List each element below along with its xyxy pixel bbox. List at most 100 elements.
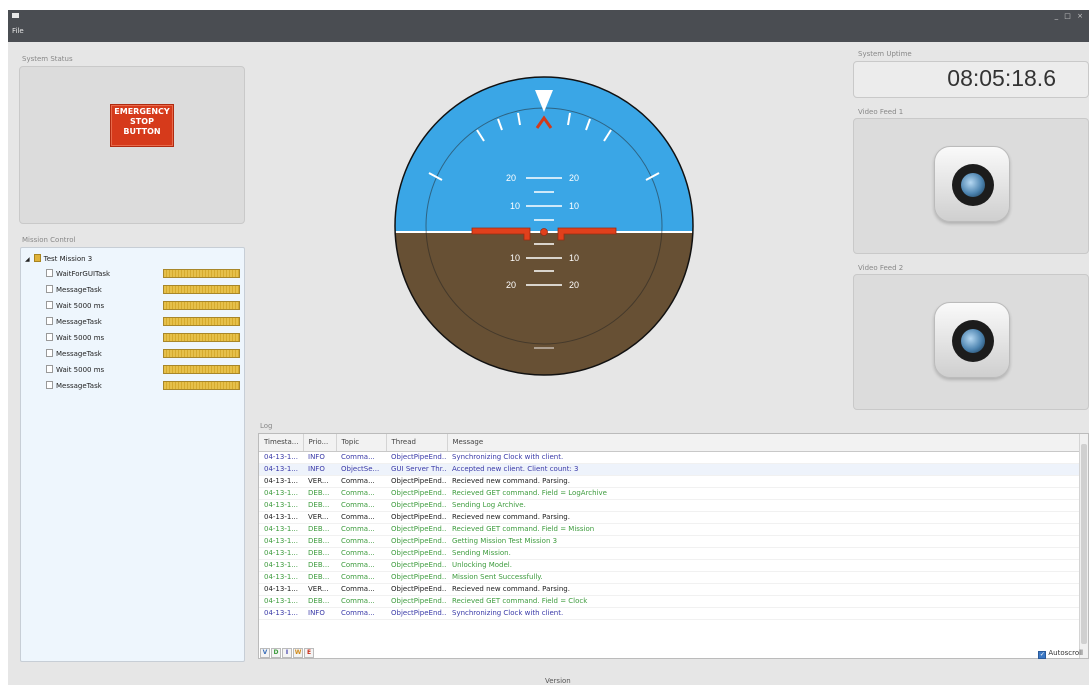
uptime-label: System Uptime [858,50,912,58]
log-row[interactable]: 04-13-1... INFO Comma... ObjectPipeEnd... Sy… [259,451,1080,464]
mission-name: Test Mission 3 [43,255,93,263]
log-cell-msg: Synchronizing Clock with client. [447,451,1080,464]
log-column-header[interactable]: Thread [386,434,448,452]
mission-tree[interactable]: ◢ Test Mission 3 WaitForGUITask MessageTas… [20,247,245,662]
task-icon [46,285,53,293]
log-cell-thread: ObjectPipeEnd... [386,583,447,596]
mission-control-label: Mission Control [22,236,76,244]
task-progress-bar [163,317,240,326]
task-label: MessageTask [56,350,102,358]
video-feed-2-panel [853,274,1089,410]
task-icon [46,349,53,357]
pitch-label-up20-left: 20 [506,173,516,183]
log-cell-ts: 04-13-1... [259,547,303,560]
log-row[interactable]: 04-13-1... DEB... Comma... ObjectPipeEnd...… [259,595,1080,608]
log-column-header[interactable]: Message [447,434,1080,452]
log-cell-thread: ObjectPipeEnd... [386,571,447,584]
log-row[interactable]: 04-13-1... DEB... Comma... ObjectPipeEnd...… [259,559,1080,572]
uptime-panel: 08:05:18.6 [853,61,1089,98]
autoscroll-checkbox[interactable]: ✓ Autoscroll [1038,649,1083,659]
log-cell-ts: 04-13-1... [259,451,303,464]
task-item[interactable]: Wait 5000 ms [46,365,104,377]
task-item[interactable]: Wait 5000 ms [46,333,104,345]
log-cell-thread: GUI Server Thr... [386,463,447,476]
log-cell-ts: 04-13-1... [259,571,303,584]
task-item[interactable]: MessageTask [46,349,102,361]
log-scrollbar[interactable] [1079,434,1088,658]
log-cell-thread: ObjectPipeEnd... [386,451,447,464]
log-table[interactable]: Timesta... Prio... Topic Thread Message 04-1… [258,433,1089,659]
tree-root[interactable]: ◢ Test Mission 3 [25,254,92,266]
task-item[interactable]: Wait 5000 ms [46,301,104,313]
log-cell-msg: Unlocking Model. [447,559,1080,572]
log-cell-msg: Recieved new command. Parsing. [447,511,1080,524]
log-cell-topic: Comma... [336,595,386,608]
pitch-label-down20-right: 20 [569,280,579,290]
log-column-header[interactable]: Topic [336,434,387,452]
task-item[interactable]: MessageTask [46,317,102,329]
task-icon [46,333,53,341]
camera-icon [934,146,1010,222]
log-cell-topic: Comma... [336,559,386,572]
task-progress-bar [163,333,240,342]
task-icon [46,317,53,325]
log-cell-prio: INFO [303,463,336,476]
log-row[interactable]: 04-13-1... VER... Comma... ObjectPipeEnd...… [259,583,1080,596]
log-cell-ts: 04-13-1... [259,463,303,476]
log-filter-button[interactable]: E [304,648,314,658]
log-row[interactable]: 04-13-1... INFO ObjectSe... GUI Server Thr.… [259,463,1080,476]
task-progress-bar [163,381,240,390]
menu-file[interactable]: File [12,27,24,35]
log-cell-ts: 04-13-1... [259,607,303,620]
video-feed-1-label: Video Feed 1 [858,108,904,116]
window-controls[interactable]: _ □ × [1055,12,1085,20]
task-progress-bar [163,269,240,278]
log-row[interactable]: 04-13-1... DEB... Comma... ObjectPipeEnd...… [259,547,1080,560]
folder-icon [33,254,41,262]
log-cell-topic: Comma... [336,571,386,584]
scroll-thumb[interactable] [1081,444,1087,644]
log-cell-thread: ObjectPipeEnd... [386,499,447,512]
log-filter-button[interactable]: V [260,648,270,658]
log-column-header[interactable]: Timesta... [259,434,304,452]
log-row[interactable]: 04-13-1... INFO Comma... ObjectPipeEnd... Sy… [259,607,1080,620]
version-label: Version [545,677,571,685]
log-cell-topic: Comma... [336,607,386,620]
log-cell-prio: DEB... [303,595,336,608]
log-cell-ts: 04-13-1... [259,595,303,608]
log-filter-button[interactable]: D [271,648,281,658]
emergency-stop-button[interactable]: EMERGENCY STOP BUTTON [110,104,174,147]
task-label: WaitForGUITask [56,270,111,278]
log-cell-thread: ObjectPipeEnd... [386,487,447,500]
emergency-label-2: STOP [130,117,154,126]
log-cell-msg: Recieved GET command. Field = LogArchive [447,487,1080,500]
task-item[interactable]: MessageTask [46,285,102,297]
expand-arrow-icon[interactable]: ◢ [25,256,30,263]
log-row[interactable]: 04-13-1... VER... Comma... ObjectPipeEnd...… [259,511,1080,524]
log-label: Log [260,422,273,430]
log-filter-button[interactable]: I [282,648,292,658]
video-feed-1-panel [853,118,1089,254]
log-cell-topic: Comma... [336,523,386,536]
task-label: MessageTask [56,318,102,326]
uptime-value: 08:05:18.6 [947,65,1056,91]
log-filter-button[interactable]: W [293,648,303,658]
log-row[interactable]: 04-13-1... DEB... Comma... ObjectPipeEnd...… [259,523,1080,536]
log-cell-ts: 04-13-1... [259,487,303,500]
log-row[interactable]: 04-13-1... DEB... Comma... ObjectPipeEnd...… [259,499,1080,512]
task-progress-bar [163,285,240,294]
log-cell-thread: ObjectPipeEnd... [386,475,447,488]
log-cell-prio: DEB... [303,559,336,572]
log-row[interactable]: 04-13-1... DEB... Comma... ObjectPipeEnd...… [259,571,1080,584]
log-cell-prio: DEB... [303,547,336,560]
task-item[interactable]: MessageTask [46,381,102,393]
log-cell-thread: ObjectPipeEnd... [386,511,447,524]
task-item[interactable]: WaitForGUITask [46,269,110,281]
task-icon [46,301,53,309]
log-row[interactable]: 04-13-1... DEB... Comma... ObjectPipeEnd...… [259,487,1080,500]
log-row[interactable]: 04-13-1... VER... Comma... ObjectPipeEnd...… [259,475,1080,488]
log-filter-buttons: VDIWE [260,647,315,658]
log-row[interactable]: 04-13-1... DEB... Comma... ObjectPipeEnd...… [259,535,1080,548]
log-cell-prio: VER... [303,583,336,596]
log-column-header[interactable]: Prio... [303,434,337,452]
